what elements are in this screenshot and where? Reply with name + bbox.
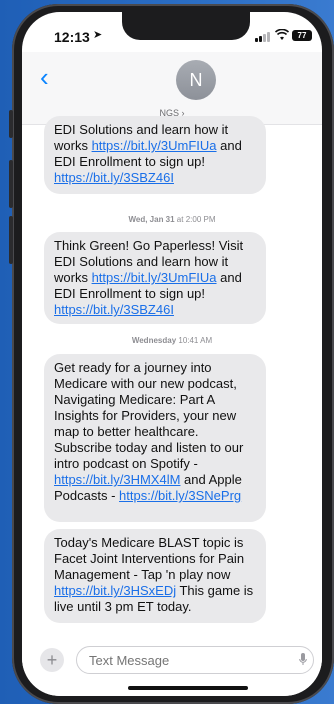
conversation-header: ‹ N NGS › — [22, 52, 322, 125]
timestamp-time: 10:41 AM — [176, 336, 213, 345]
message-link[interactable]: https://bit.ly/3HSxEDj — [54, 583, 176, 598]
timestamp-day: Wednesday — [131, 336, 177, 345]
microphone-icon[interactable] — [299, 653, 307, 666]
messages-screen: 12:13 ➤ 77 ‹ N NGS › EDI Solutions and l… — [22, 12, 322, 696]
add-attachment-button[interactable]: + — [40, 648, 64, 672]
message-timestamp: Wed, Jan 31 at 2:00 PM — [22, 215, 322, 224]
message-link[interactable]: https://bit.ly/3HMX4lM — [54, 472, 180, 487]
status-time: 12:13 — [54, 29, 90, 45]
phone-volume-down — [9, 216, 13, 264]
timestamp-time: at 2:00 PM — [174, 215, 216, 224]
message-bubble[interactable]: Get ready for a journey into Medicare wi… — [44, 354, 266, 522]
location-arrow-icon: ➤ — [93, 29, 103, 41]
message-bubble[interactable]: Today's Medicare BLAST topic is Facet Jo… — [44, 529, 266, 623]
cellular-signal-icon — [255, 32, 271, 42]
message-bubble[interactable]: Think Green! Go Paperless! Visit EDI Sol… — [44, 232, 266, 324]
message-link[interactable]: https://bit.ly/3UmFIUa — [92, 270, 217, 285]
message-text: Today's Medicare BLAST topic is Facet Jo… — [54, 535, 245, 582]
message-text: Get ready for a journey into Medicare wi… — [54, 360, 244, 471]
message-input[interactable] — [76, 646, 314, 674]
message-link[interactable]: https://bit.ly/3SBZ46I — [54, 170, 174, 185]
message-link[interactable]: https://bit.ly/3UmFIUa — [92, 138, 217, 153]
phone-side-button — [9, 110, 13, 138]
message-bubble[interactable]: EDI Solutions and learn how it works htt… — [44, 116, 266, 194]
message-link[interactable]: https://bit.ly/3SNePrg — [119, 488, 241, 503]
message-link[interactable]: https://bit.ly/3SBZ46I — [54, 302, 174, 317]
message-list: EDI Solutions and learn how it works htt… — [22, 116, 322, 646]
message-timestamp: Wednesday 10:41 AM — [22, 336, 322, 345]
timestamp-day: Wed, Jan 31 — [128, 215, 175, 224]
notch — [122, 12, 250, 40]
home-indicator — [128, 686, 248, 690]
battery-icon: 77 — [292, 30, 312, 41]
contact-avatar[interactable]: N — [176, 60, 216, 100]
compose-bar: + — [22, 638, 322, 696]
back-button[interactable]: ‹ — [40, 64, 54, 90]
phone-volume-up — [9, 160, 13, 208]
wifi-icon — [275, 29, 289, 40]
